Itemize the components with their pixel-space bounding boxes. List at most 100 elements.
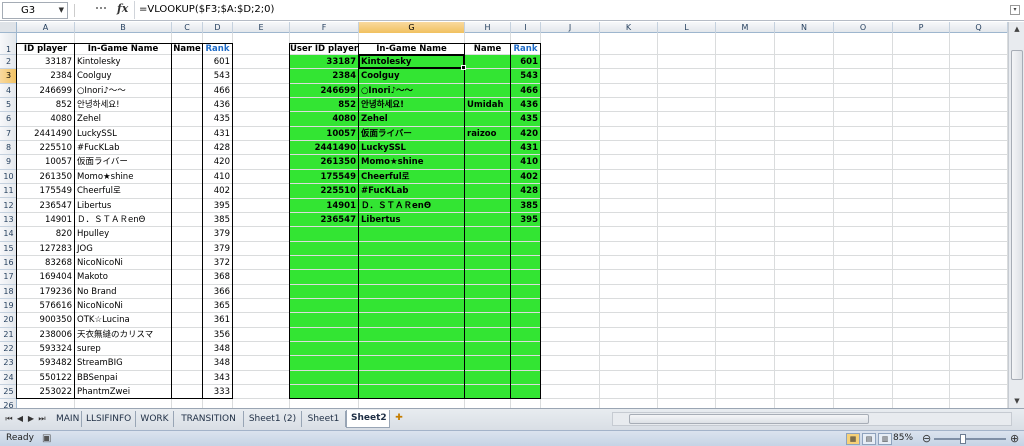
left-cell-name[interactable]: ○Inori♪〜〜 xyxy=(75,84,171,98)
column-header-c[interactable]: C xyxy=(172,22,203,33)
left-cell-rank[interactable]: 361 xyxy=(203,313,232,327)
left-cell-id[interactable]: 175549 xyxy=(17,184,74,198)
right-cell-rank[interactable]: 466 xyxy=(511,84,540,98)
left-cell-rank[interactable]: 543 xyxy=(203,69,232,83)
left-cell-id[interactable]: 83268 xyxy=(17,256,74,270)
left-cell-rank[interactable]: 372 xyxy=(203,256,232,270)
left-header-rank[interactable]: Rank xyxy=(203,44,232,55)
left-cell-id[interactable]: 10057 xyxy=(17,155,74,169)
left-cell-name[interactable]: Zehel xyxy=(75,112,171,126)
row-header-3[interactable]: 3 xyxy=(0,69,17,84)
sheet-tab[interactable]: Sheet1 xyxy=(302,411,346,427)
left-cell-name[interactable]: NicoNicoNi xyxy=(75,299,171,313)
name-box[interactable]: G3 ▼ xyxy=(2,2,68,19)
right-cell-rank[interactable]: 385 xyxy=(511,199,540,213)
column-header-l[interactable]: L xyxy=(658,22,716,33)
left-cell-id[interactable]: 820 xyxy=(17,227,74,241)
row-header-1[interactable]: 1 xyxy=(0,44,17,55)
left-cell-id[interactable]: 253022 xyxy=(17,385,74,399)
left-cell-rank[interactable]: 420 xyxy=(203,155,232,169)
right-cell-id[interactable]: 852 xyxy=(290,98,358,112)
right-cell-rank[interactable]: 395 xyxy=(511,213,540,227)
left-cell-rank[interactable]: 348 xyxy=(203,342,232,356)
column-header-o[interactable]: O xyxy=(834,22,893,33)
zoom-level[interactable]: 85% xyxy=(893,433,913,443)
row-header-9[interactable]: 9 xyxy=(0,155,17,170)
left-header-id[interactable]: ID player xyxy=(17,44,74,55)
left-cell-id[interactable]: 238006 xyxy=(17,328,74,342)
row-header-7[interactable]: 7 xyxy=(0,127,17,142)
right-cell-name[interactable]: ○Inori♪〜〜 xyxy=(359,84,464,98)
insert-sheet-icon[interactable]: ✚ xyxy=(392,412,406,425)
right-cell-name[interactable]: 안녕하세요! xyxy=(359,98,464,112)
right-cell-c[interactable] xyxy=(465,141,510,155)
column-header-b[interactable]: B xyxy=(75,22,172,33)
left-cell-id[interactable]: 576616 xyxy=(17,299,74,313)
left-cell-rank[interactable]: 431 xyxy=(203,127,232,141)
right-cell-id[interactable]: 14901 xyxy=(290,199,358,213)
right-cell-name[interactable]: LuckySSL xyxy=(359,141,464,155)
right-cell-c[interactable] xyxy=(465,199,510,213)
left-header-name[interactable]: In-Game Name xyxy=(75,44,171,55)
row-header-13[interactable]: 13 xyxy=(0,213,17,228)
left-cell-id[interactable]: 900350 xyxy=(17,313,74,327)
row-header-15[interactable]: 15 xyxy=(0,242,17,256)
column-header-n[interactable]: N xyxy=(775,22,834,33)
column-header-d[interactable]: D xyxy=(203,22,233,33)
left-cell-id[interactable]: 127283 xyxy=(17,242,74,256)
last-sheet-icon[interactable]: ⏭ xyxy=(37,413,47,425)
right-cell-id[interactable]: 236547 xyxy=(290,213,358,227)
fill-handle[interactable] xyxy=(461,65,466,71)
scroll-up-icon[interactable]: ▲ xyxy=(1011,23,1023,35)
left-cell-name[interactable]: Kintolesky xyxy=(75,55,171,69)
left-cell-rank[interactable]: 435 xyxy=(203,112,232,126)
right-cell-name[interactable]: 仮面ライバー xyxy=(359,127,464,141)
scroll-down-icon[interactable]: ▼ xyxy=(1011,395,1023,407)
left-cell-rank[interactable]: 436 xyxy=(203,98,232,112)
left-cell-name[interactable]: #FucKLab xyxy=(75,141,171,155)
left-cell-id[interactable]: 593324 xyxy=(17,342,74,356)
vertical-scrollbar[interactable]: ▲ ▼ xyxy=(1008,22,1024,408)
right-cell-c[interactable] xyxy=(465,84,510,98)
row-header-24[interactable]: 24 xyxy=(0,371,17,386)
right-cell-id[interactable]: 225510 xyxy=(290,184,358,198)
right-cell-id[interactable]: 4080 xyxy=(290,112,358,126)
row-header-26[interactable]: 26 xyxy=(0,399,17,408)
row-header-21[interactable]: 21 xyxy=(0,328,17,342)
left-cell-rank[interactable]: 402 xyxy=(203,184,232,198)
left-cell-name[interactable]: NicoNicoNi xyxy=(75,256,171,270)
zoom-slider-thumb[interactable] xyxy=(960,434,966,444)
row-header-12[interactable]: 12 xyxy=(0,199,17,213)
left-cell-rank[interactable]: 365 xyxy=(203,299,232,313)
page-break-preview-icon[interactable]: ▥ xyxy=(878,433,892,445)
row-header-25[interactable]: 25 xyxy=(0,385,17,400)
column-header-m[interactable]: M xyxy=(716,22,775,33)
left-cell-name[interactable]: 안녕하세요! xyxy=(75,98,171,112)
left-cell-id[interactable]: 14901 xyxy=(17,213,74,227)
column-header-k[interactable]: K xyxy=(600,22,658,33)
first-sheet-icon[interactable]: ⏮ xyxy=(4,413,14,425)
column-header-e[interactable]: E xyxy=(233,22,290,33)
left-cell-rank[interactable]: 356 xyxy=(203,328,232,342)
row-header-5[interactable]: 5 xyxy=(0,98,17,113)
column-header-p[interactable]: P xyxy=(893,22,950,33)
left-cell-name[interactable]: BBSenpai xyxy=(75,371,171,385)
left-header-c[interactable]: Name xyxy=(172,44,202,55)
row-header-23[interactable]: 23 xyxy=(0,356,17,371)
right-cell-id[interactable]: 33187 xyxy=(290,55,358,69)
column-header-f[interactable]: F xyxy=(290,22,359,33)
sheet-tab[interactable]: MAIN xyxy=(52,411,82,427)
row-header-16[interactable]: 16 xyxy=(0,256,17,271)
normal-view-icon[interactable]: ▦ xyxy=(846,433,860,445)
left-cell-id[interactable]: 169404 xyxy=(17,270,74,284)
left-cell-rank[interactable]: 395 xyxy=(203,199,232,213)
left-cell-id[interactable]: 2441490 xyxy=(17,127,74,141)
right-cell-c[interactable] xyxy=(465,55,510,69)
chevron-down-icon[interactable]: ▼ xyxy=(59,3,64,18)
insert-function-icon[interactable]: fx xyxy=(117,2,128,15)
left-cell-id[interactable]: 550122 xyxy=(17,371,74,385)
left-cell-rank[interactable]: 368 xyxy=(203,270,232,284)
right-cell-name[interactable]: Momo★shine xyxy=(359,155,464,169)
right-cell-rank[interactable]: 436 xyxy=(511,98,540,112)
right-cell-name[interactable]: Cheerful로 xyxy=(359,170,464,184)
